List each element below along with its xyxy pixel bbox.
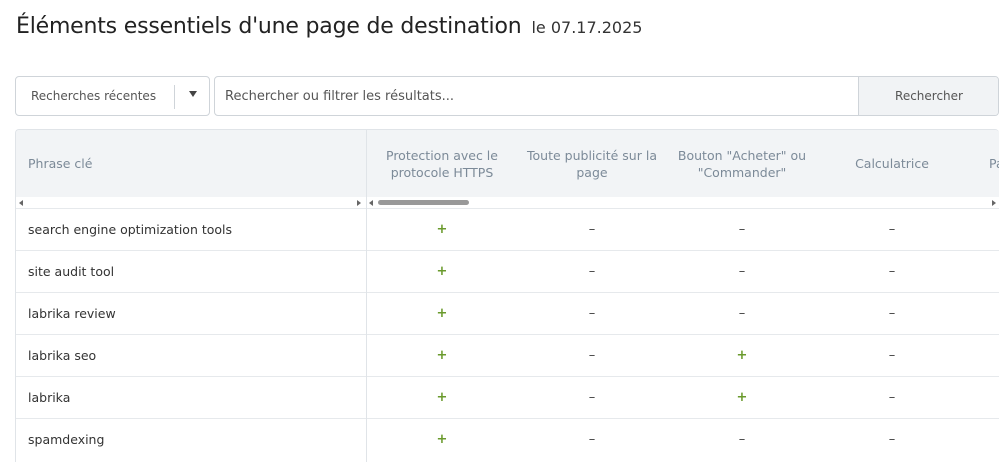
ads-cell: – (588, 348, 596, 363)
https-cell: + (436, 306, 448, 321)
search-button[interactable]: Rechercher (858, 77, 998, 115)
table-body: search engine optimization tools + – – –… (16, 208, 999, 460)
keyword-cell: site audit tool (28, 264, 115, 279)
search-input[interactable] (215, 77, 858, 115)
recent-searches-label: Recherches récentes (31, 89, 157, 103)
buy-button-cell: – (738, 222, 746, 237)
search-box: Rechercher (214, 76, 999, 116)
ads-cell: – (588, 390, 596, 405)
page-title: Éléments essentiels d'une page de destin… (16, 14, 522, 39)
table-header: Phrase clé Protection avec le protocole … (16, 130, 999, 197)
table-row: spamdexing + – – – (16, 418, 999, 460)
https-cell: + (436, 432, 448, 447)
scroll-right-icon[interactable] (357, 200, 361, 206)
keyword-cell: labrika seo (28, 348, 97, 363)
calculator-cell: – (888, 432, 896, 447)
report-date: le 07.17.2025 (531, 18, 643, 37)
dropdown-separator (174, 85, 175, 109)
horizontal-scrollbar[interactable] (16, 197, 999, 208)
table-row: labrika + – + – (16, 376, 999, 418)
https-cell: + (436, 222, 448, 237)
scrollbar-thumb[interactable] (378, 200, 469, 205)
scroll-right-icon[interactable] (992, 200, 996, 206)
keyword-cell: search engine optimization tools (28, 222, 233, 237)
buy-button-cell: + (736, 390, 748, 405)
results-table: Phrase clé Protection avec le protocole … (15, 129, 999, 462)
calculator-cell: – (888, 348, 896, 363)
table-row: labrika seo + – + – (16, 334, 999, 376)
calculator-cell: – (888, 222, 896, 237)
buy-button-cell: + (736, 348, 748, 363)
ads-cell: – (588, 222, 596, 237)
scroll-left-icon[interactable] (369, 200, 373, 206)
keyword-cell: labrika review (28, 306, 116, 321)
scroll-left-icon[interactable] (19, 200, 23, 206)
column-header-ads[interactable]: Toute publicité sur la page (517, 130, 667, 197)
ads-cell: – (588, 432, 596, 447)
ads-cell: – (588, 306, 596, 321)
keyword-cell: spamdexing (28, 432, 105, 447)
buy-button-cell: – (738, 264, 746, 279)
buy-button-cell: – (738, 306, 746, 321)
table-row: labrika review + – – – (16, 292, 999, 334)
chevron-down-icon[interactable] (189, 91, 197, 97)
keyword-cell: labrika (28, 390, 71, 405)
table-row: search engine optimization tools + – – – (16, 208, 999, 250)
https-cell: + (436, 348, 448, 363)
column-header-https[interactable]: Protection avec le protocole HTTPS (367, 130, 517, 197)
https-cell: + (436, 264, 448, 279)
column-header-keyword[interactable]: Phrase clé (28, 130, 358, 197)
recent-searches-dropdown[interactable]: Recherches récentes (15, 76, 210, 116)
column-header-truncated[interactable]: Pa (967, 130, 999, 197)
table-row: site audit tool + – – – (16, 250, 999, 292)
column-divider (366, 130, 367, 462)
calculator-cell: – (888, 390, 896, 405)
search-toolbar: Recherches récentes Rechercher (15, 76, 999, 116)
https-cell: + (436, 390, 448, 405)
calculator-cell: – (888, 264, 896, 279)
calculator-cell: – (888, 306, 896, 321)
column-header-calculator[interactable]: Calculatrice (817, 130, 967, 197)
title-row: Éléments essentiels d'une page de destin… (16, 14, 642, 39)
buy-button-cell: – (738, 432, 746, 447)
ads-cell: – (588, 264, 596, 279)
column-header-buy-button[interactable]: Bouton "Acheter" ou "Commander" (667, 130, 817, 197)
